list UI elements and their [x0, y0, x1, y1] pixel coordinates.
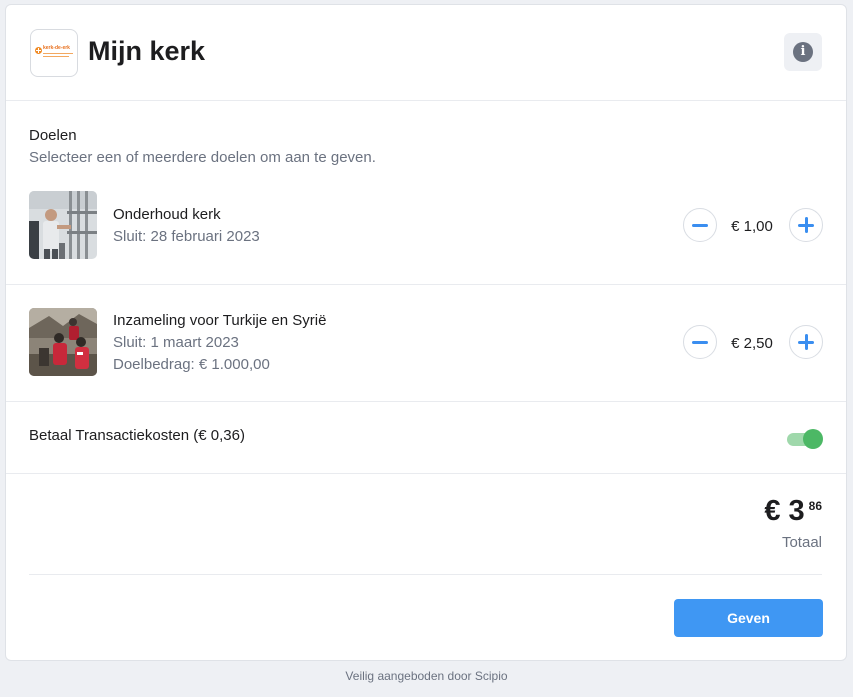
goal-name: Inzameling voor Turkije en Syrië — [113, 312, 327, 329]
goal-image — [29, 191, 97, 259]
divider — [6, 401, 846, 402]
divider — [29, 574, 822, 575]
total-cents: 86 — [808, 499, 822, 513]
goal-image — [29, 308, 97, 376]
donation-card: kerk-de-erk Mijn kerk i Doelen Selecteer… — [5, 4, 847, 661]
minus-icon — [692, 224, 708, 227]
footer-text: Veilig aangeboden door Scipio — [345, 669, 508, 683]
info-icon: i — [793, 42, 813, 62]
goal-amount: € 2,50 — [731, 335, 773, 352]
total-label: Totaal — [781, 534, 822, 551]
minus-icon — [692, 341, 708, 344]
goals-subtitle: Selecteer een of meerdere doelen om aan … — [29, 149, 376, 166]
increase-button[interactable] — [789, 208, 823, 242]
decrease-button[interactable] — [683, 208, 717, 242]
goal-name: Onderhoud kerk — [113, 206, 221, 223]
divider — [6, 473, 846, 474]
decrease-button[interactable] — [683, 325, 717, 359]
page-title: Mijn kerk — [88, 36, 206, 66]
give-button[interactable]: Geven — [674, 599, 823, 637]
transaction-fee-label: Betaal Transactiekosten (€ 0,36) — [29, 427, 245, 444]
total-main: € 3 — [764, 495, 805, 527]
logo-text: kerk-de-erk — [43, 45, 70, 51]
total-amount: € 3 86 — [764, 495, 822, 528]
divider — [6, 284, 846, 285]
church-logo: kerk-de-erk — [30, 29, 78, 77]
increase-button[interactable] — [789, 325, 823, 359]
goals-title: Doelen — [29, 127, 77, 144]
transaction-fee-toggle[interactable] — [787, 429, 823, 449]
goal-amount: € 1,00 — [731, 218, 773, 235]
goal-close-date: Sluit: 28 februari 2023 — [113, 228, 260, 245]
card-header: kerk-de-erk Mijn kerk i — [6, 5, 846, 101]
goal-close-date: Sluit: 1 maart 2023 — [113, 334, 239, 351]
cross-icon — [35, 47, 42, 54]
info-button[interactable]: i — [784, 33, 822, 71]
goal-target: Doelbedrag: € 1.000,00 — [113, 356, 270, 373]
